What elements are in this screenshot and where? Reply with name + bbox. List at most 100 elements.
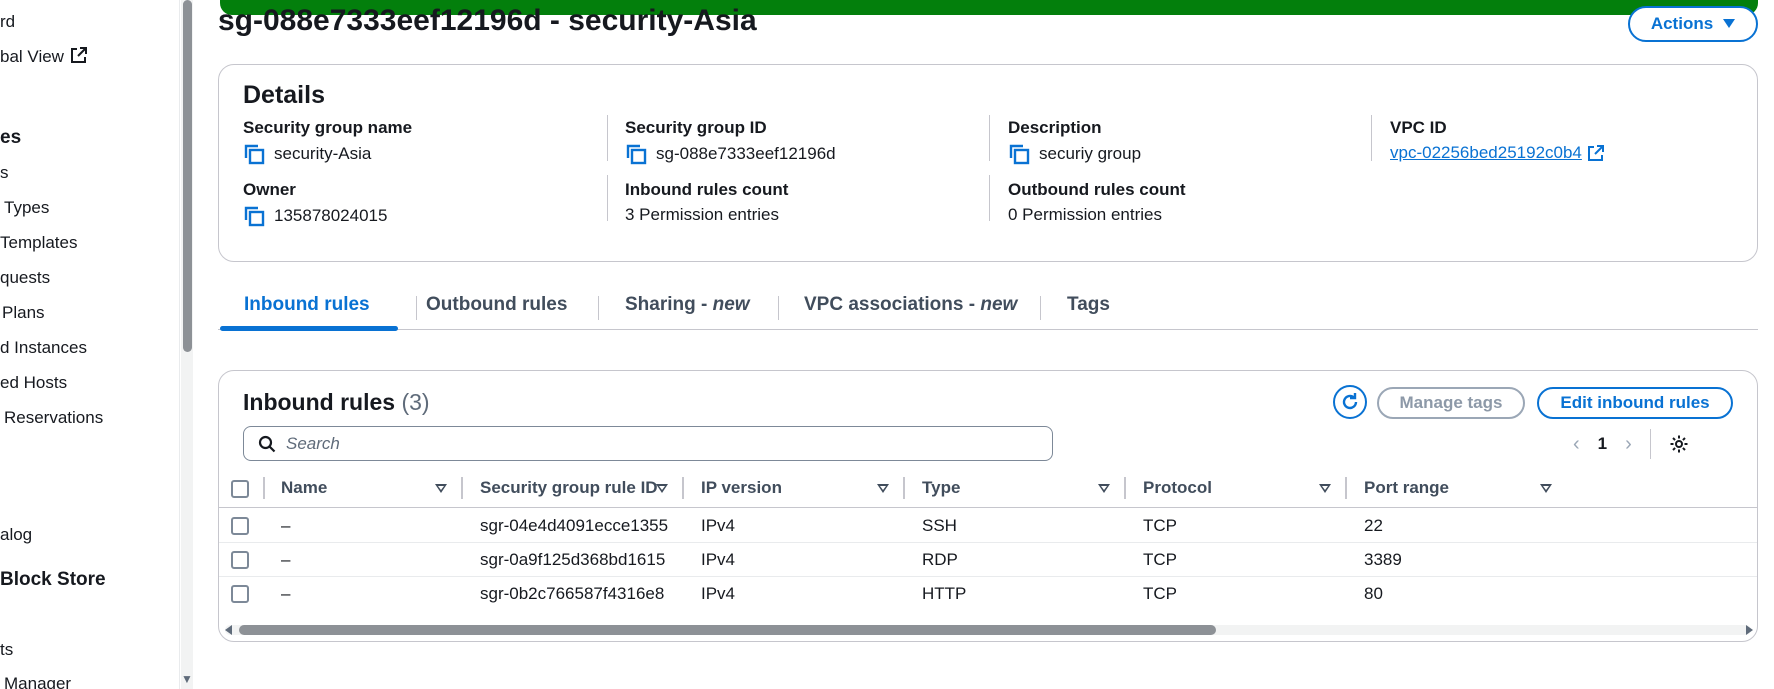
inbound-rules-heading: Inbound rules (3): [243, 389, 430, 416]
row-checkbox[interactable]: [231, 585, 249, 603]
column-header-name[interactable]: Name: [281, 478, 327, 498]
sidebar-item-lifecycle-manager[interactable]: Manager: [4, 674, 71, 689]
sidebar-item-reserved-instances[interactable]: d Instances: [0, 338, 87, 358]
vpc-id-link[interactable]: vpc-02256bed25192c0b4: [1390, 143, 1582, 163]
column-header-rule-id[interactable]: Security group rule ID: [480, 478, 658, 498]
sort-icon[interactable]: [1098, 484, 1110, 493]
column-divider[interactable]: [1124, 477, 1126, 499]
cell-type: HTTP: [922, 584, 967, 603]
column-divider[interactable]: [682, 477, 684, 499]
rules-count: (3): [401, 389, 430, 415]
sort-icon[interactable]: [1319, 484, 1331, 493]
column-header-ip-version[interactable]: IP version: [701, 478, 782, 498]
sidebar-item-label: d Instances: [0, 338, 87, 357]
sort-icon[interactable]: [656, 484, 668, 493]
copy-icon[interactable]: [1008, 143, 1030, 165]
column-divider[interactable]: [461, 477, 463, 499]
manage-tags-button[interactable]: Manage tags: [1377, 387, 1525, 419]
sidebar-item-label: quests: [0, 268, 51, 287]
sidebar-item-catalog[interactable]: alog: [0, 525, 32, 545]
copy-icon[interactable]: [243, 205, 265, 227]
details-heading: Details: [243, 81, 325, 109]
refresh-button[interactable]: [1333, 385, 1367, 419]
sidebar-item-snapshots[interactable]: ts: [0, 640, 13, 660]
field-value: 3 Permission entries: [625, 205, 780, 224]
cell-ip-version: IPv4: [701, 584, 736, 603]
copy-icon[interactable]: [625, 143, 647, 165]
field-label: Security group name: [243, 118, 413, 137]
tab-vpc-associations[interactable]: VPC associations - new: [804, 294, 1017, 316]
sidebar-section-label: es: [0, 127, 22, 148]
table-horizontal-scrollbar[interactable]: [219, 621, 1757, 641]
active-tab-indicator: [220, 326, 398, 331]
external-link-icon[interactable]: [1587, 144, 1604, 162]
sidebar-item-instance-types[interactable]: Types: [4, 198, 49, 218]
tab-label: VPC associations -: [804, 294, 981, 315]
select-all-checkbox[interactable]: [231, 480, 249, 498]
app-root: rd bal View es s Types Templates quests …: [0, 0, 1774, 689]
current-page[interactable]: 1: [1598, 434, 1607, 454]
copy-icon[interactable]: [243, 143, 265, 165]
divider: [607, 115, 608, 161]
sidebar-item-label: Reservations: [4, 408, 104, 427]
tab-outbound-rules[interactable]: Outbound rules: [426, 294, 567, 316]
sidebar-item-label: Types: [4, 198, 50, 217]
table-row[interactable]: – sgr-0b2c766587f4316e8 IPv4 HTTP TCP 80: [219, 577, 1757, 611]
field-label: Description: [1008, 118, 1102, 137]
sidebar-item-label: bal View: [0, 47, 64, 66]
column-divider[interactable]: [903, 477, 905, 499]
sidebar-item-global-view[interactable]: bal View: [0, 47, 87, 67]
sidebar-item-spot-requests[interactable]: quests: [0, 268, 50, 288]
sidebar-item-label: Plans: [2, 303, 45, 322]
caret-down-icon: [1723, 19, 1736, 28]
sort-icon[interactable]: [877, 484, 889, 493]
cell-port-range: 3389: [1364, 550, 1402, 569]
sidebar: rd bal View es s Types Templates quests …: [0, 0, 180, 689]
cell-port-range: 22: [1364, 516, 1383, 535]
chevron-left-icon[interactable]: ‹: [1573, 433, 1580, 456]
table-row[interactable]: – sgr-0a9f125d368bd1615 IPv4 RDP TCP 338…: [219, 543, 1757, 577]
sidebar-item-dedicated-hosts[interactable]: ed Hosts: [0, 373, 67, 393]
column-header-port-range[interactable]: Port range: [1364, 478, 1449, 498]
edit-inbound-rules-button[interactable]: Edit inbound rules: [1537, 387, 1733, 419]
column-divider[interactable]: [1345, 477, 1347, 499]
search-icon: [258, 435, 276, 452]
sidebar-section-label: Block Store: [0, 569, 106, 590]
cell-protocol: TCP: [1143, 550, 1177, 569]
tab-inbound-rules[interactable]: Inbound rules: [244, 294, 370, 316]
sidebar-item-launch-templates[interactable]: Templates: [0, 233, 77, 253]
divider: [989, 175, 990, 221]
sort-icon[interactable]: [1540, 484, 1552, 493]
sidebar-item-dashboard[interactable]: rd: [0, 12, 15, 32]
tab-tags[interactable]: Tags: [1067, 294, 1110, 316]
actions-button[interactable]: Actions: [1628, 6, 1758, 42]
sidebar-item-savings-plans[interactable]: Plans: [2, 303, 45, 323]
cell-port-range: 80: [1364, 584, 1383, 603]
sidebar-item-capacity-reservations[interactable]: Reservations: [4, 408, 103, 428]
sidebar-item-instances[interactable]: s: [0, 163, 9, 183]
scroll-right-icon[interactable]: [1746, 625, 1753, 635]
column-header-protocol[interactable]: Protocol: [1143, 478, 1212, 498]
chevron-right-icon[interactable]: ›: [1625, 433, 1632, 456]
sidebar-scrollbar-thumb[interactable]: [183, 0, 192, 352]
tab-sharing[interactable]: Sharing - new: [625, 294, 750, 316]
scroll-down-icon[interactable]: ▼: [180, 672, 194, 686]
cell-type: SSH: [922, 516, 957, 535]
gear-icon[interactable]: [1669, 434, 1689, 454]
scrollbar-thumb[interactable]: [239, 625, 1216, 635]
pager-divider: [1649, 429, 1651, 459]
sort-icon[interactable]: [435, 484, 447, 493]
search-field[interactable]: [243, 426, 1053, 461]
field-owner: Owner 135878024015: [243, 180, 387, 227]
cell-type: RDP: [922, 550, 958, 569]
row-checkbox[interactable]: [231, 517, 249, 535]
search-input[interactable]: [286, 433, 1026, 454]
field-value: securiy group: [1039, 144, 1142, 163]
scroll-left-icon[interactable]: [225, 625, 232, 635]
field-vpc-id: VPC ID vpc-02256bed25192c0b4: [1390, 118, 1604, 163]
column-header-type[interactable]: Type: [922, 478, 960, 498]
sidebar-item-label: s: [0, 163, 9, 182]
row-checkbox[interactable]: [231, 551, 249, 569]
cell-name: –: [281, 516, 291, 535]
table-row[interactable]: – sgr-04e4d4091ecce1355 IPv4 SSH TCP 22: [219, 509, 1757, 543]
